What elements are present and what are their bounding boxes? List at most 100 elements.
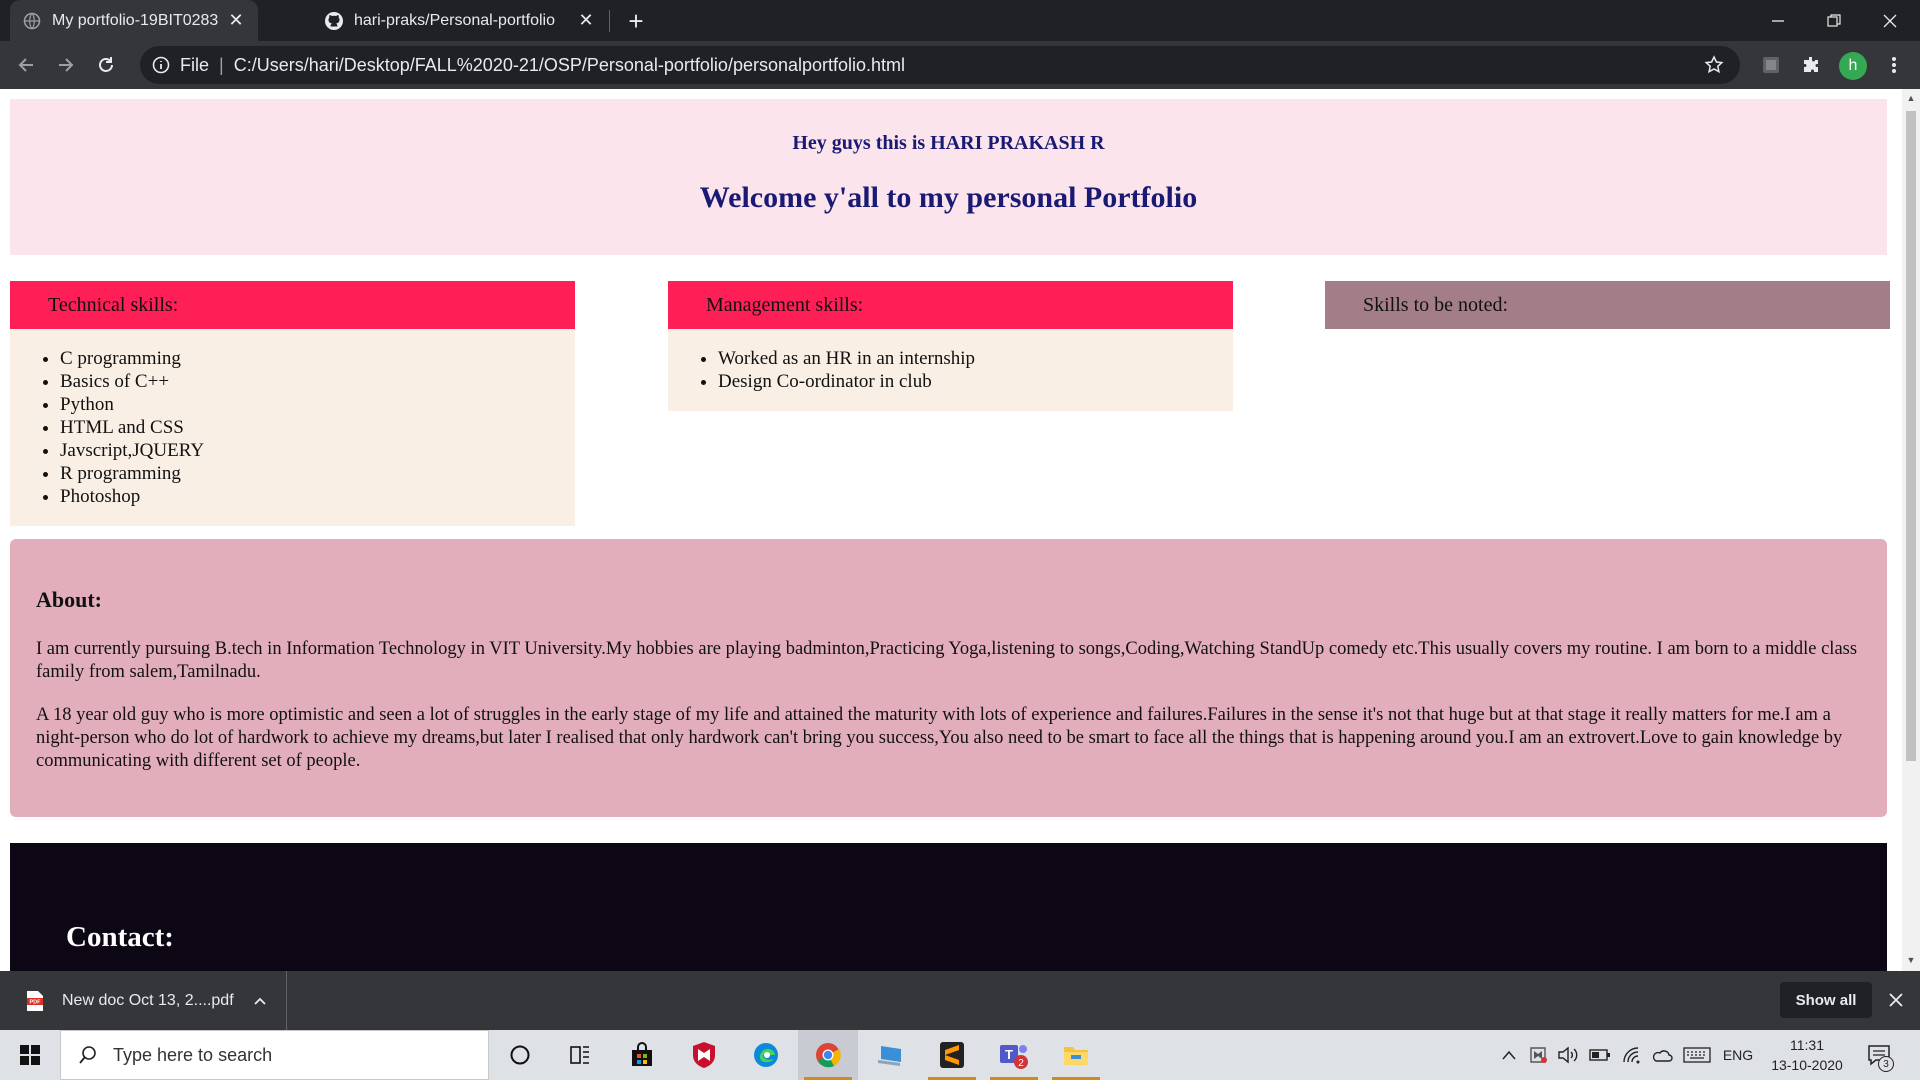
bookmark-star-icon[interactable] [1702,53,1726,77]
tab-my-portfolio[interactable]: My portfolio-19BIT0283 ✕ [10,0,258,41]
file-explorer-icon[interactable] [1046,1030,1106,1080]
mcafee-icon[interactable] [674,1030,734,1080]
svg-text:T: T [1005,1047,1013,1062]
page-scrollbar[interactable]: ▲ ▼ [1902,89,1920,971]
browser-toolbar: File | C:/Users/hari/Desktop/FALL%2020-2… [0,41,1920,89]
wifi-icon[interactable] [1618,1030,1646,1080]
clock-time: 11:31 [1790,1037,1824,1053]
list-item: Photoshop [60,485,575,508]
globe-icon [22,11,42,31]
download-shelf: PDF New doc Oct 13, 2....pdf Show all [0,971,1920,1030]
taskbar-search-box[interactable]: Type here to search [60,1030,489,1080]
svg-text:PDF: PDF [30,999,42,1005]
restore-button[interactable] [1806,0,1862,41]
card-heading: Management skills: [668,281,1233,329]
list-item: Worked as an HR in an internship [718,347,1233,370]
chrome-browser-icon[interactable] [798,1030,858,1080]
page-viewport: Hey guys this is HARI PRAKASH R Welcome … [0,89,1902,971]
card-body: Worked as an HR in an internship Design … [668,329,1233,411]
tab-github-repo[interactable]: hari-praks/Personal-portfolio ✕ [312,0,608,41]
close-window-button[interactable] [1862,0,1918,41]
download-item[interactable]: PDF New doc Oct 13, 2....pdf [0,971,287,1030]
notification-count: 3 [1878,1056,1894,1072]
windows-taskbar: Type here to search T2 ENG 11:31 13-10-2… [0,1030,1920,1080]
close-icon[interactable] [1884,988,1908,1012]
url-text[interactable]: C:/Users/hari/Desktop/FALL%2020-21/OSP/P… [234,55,905,76]
teams-icon[interactable]: T2 [984,1030,1044,1080]
about-section: About: I am currently pursuing B.tech in… [10,539,1887,817]
contact-section: Contact: [10,843,1887,971]
management-skills-card: Management skills: Worked as an HR in an… [668,281,1233,411]
skill-list: C programming Basics of C++ Python HTML … [10,347,575,508]
about-paragraph: I am currently pursuing B.tech in Inform… [36,639,1858,682]
list-item: Python [60,393,575,416]
scrollbar-thumb[interactable] [1906,111,1916,761]
teams-badge: 2 [1018,1058,1024,1069]
list-item: Design Co-ordinator in club [718,370,1233,393]
browser-tab-bar: My portfolio-19BIT0283 ✕ hari-praks/Pers… [0,0,1920,41]
computer-app-icon[interactable] [860,1030,920,1080]
tab-separator [609,10,610,32]
address-divider: | [219,54,224,75]
scroll-up-icon[interactable]: ▲ [1906,93,1916,103]
scroll-down-icon[interactable]: ▼ [1906,955,1916,965]
task-view-icon[interactable] [550,1030,610,1080]
keyboard-icon[interactable] [1680,1030,1714,1080]
microsoft-store-icon[interactable] [612,1030,672,1080]
puzzle-extensions-icon[interactable] [1797,51,1825,79]
language-indicator[interactable]: ENG [1718,1030,1758,1080]
list-item: HTML and CSS [60,416,575,439]
kebab-menu-icon[interactable] [1880,51,1908,79]
edge-browser-icon[interactable] [736,1030,796,1080]
card-heading: Skills to be noted: [1325,281,1890,329]
list-item: Javscript,JQUERY [60,439,575,462]
card-body: C programming Basics of C++ Python HTML … [10,329,575,526]
volume-icon[interactable] [1554,1030,1582,1080]
about-paragraph: A 18 year old guy who is more optimistic… [36,705,1843,771]
portfolio-header: Hey guys this is HARI PRAKASH R Welcome … [10,99,1887,255]
scheme-label: File [180,54,210,75]
close-tab-icon[interactable]: ✕ [576,10,596,31]
list-item: R programming [60,462,575,485]
system-clock[interactable]: 11:31 13-10-2020 [1762,1035,1852,1075]
about-heading: About: [36,587,103,612]
show-all-button[interactable]: Show all [1780,982,1872,1018]
mcafee-tray-icon[interactable] [1526,1030,1550,1080]
start-button[interactable] [0,1030,60,1080]
windows-logo-icon [20,1045,40,1065]
onedrive-icon[interactable] [1648,1030,1676,1080]
forward-button[interactable] [50,49,82,81]
list-item: C programming [60,347,575,370]
minimize-button[interactable] [1750,0,1806,41]
github-icon [324,11,344,31]
tab-title: My portfolio-19BIT0283 [52,11,219,29]
chevron-up-icon[interactable] [1497,1030,1521,1080]
skill-list: Worked as an HR in an internship Design … [668,347,1233,393]
search-placeholder: Type here to search [113,1044,273,1065]
clock-date: 13-10-2020 [1771,1057,1843,1073]
pdf-file-icon: PDF [27,990,43,1011]
new-tab-button[interactable]: + [620,6,652,36]
cortana-icon[interactable] [490,1030,550,1080]
tab-title: hari-praks/Personal-portfolio [354,11,555,29]
extension-icon[interactable] [1757,51,1785,79]
profile-avatar[interactable]: h [1839,52,1867,80]
reload-button[interactable] [90,49,122,81]
chevron-up-icon[interactable] [252,993,268,1009]
noted-skills-card: Skills to be noted: [1325,281,1890,329]
greeting-heading: Hey guys this is HARI PRAKASH R [792,132,1105,154]
card-heading: Technical skills: [10,281,575,329]
list-item: Basics of C++ [60,370,575,393]
welcome-heading: Welcome y'all to my personal Portfolio [699,181,1198,214]
search-icon [77,1044,99,1066]
sublime-text-icon[interactable] [922,1030,982,1080]
notification-center-icon[interactable]: 3 [1862,1038,1896,1072]
info-icon[interactable] [150,54,172,76]
close-tab-icon[interactable]: ✕ [226,10,246,31]
battery-icon[interactable] [1586,1030,1614,1080]
download-file-name: New doc Oct 13, 2....pdf [62,991,234,1009]
technical-skills-card: Technical skills: C programming Basics o… [10,281,575,526]
back-button[interactable] [10,49,42,81]
address-bar[interactable]: File | C:/Users/hari/Desktop/FALL%2020-2… [140,46,1740,84]
contact-heading: Contact: [66,921,174,953]
